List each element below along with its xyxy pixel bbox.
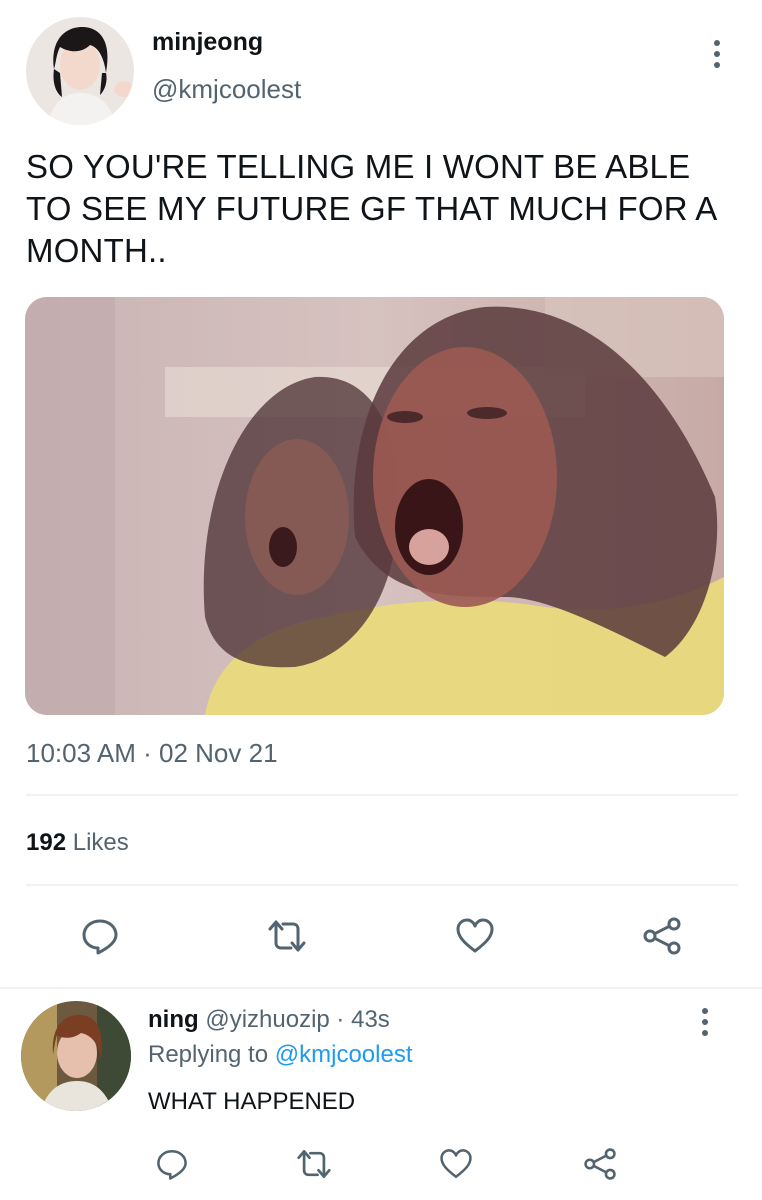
retweet-button[interactable]	[265, 914, 309, 958]
meta-separator: ·	[143, 738, 152, 768]
tweet-media-image[interactable]	[25, 297, 724, 715]
reply-header: ning @yizhuozip · 43s	[148, 1006, 390, 1034]
reply-separator: ·	[336, 1006, 345, 1033]
more-icon[interactable]	[712, 40, 722, 68]
replying-to: Replying to @kmjcoolest	[148, 1041, 412, 1069]
share-icon	[643, 917, 681, 955]
heart-icon	[456, 918, 494, 953]
reply-button[interactable]	[78, 914, 122, 958]
divider-middle	[26, 884, 738, 886]
author-handle[interactable]: @kmjcoolest	[152, 74, 301, 105]
divider-bottom	[0, 987, 762, 989]
likes-number: 192	[26, 829, 67, 856]
retweet-icon	[268, 920, 306, 952]
share-icon	[584, 1148, 616, 1180]
reply-avatar-photo	[21, 1001, 131, 1111]
avatar-photo	[26, 17, 134, 125]
like-button[interactable]	[453, 914, 497, 958]
reply-author-name[interactable]: ning	[148, 1006, 199, 1033]
author-name[interactable]: minjeong	[152, 28, 263, 57]
replying-to-link[interactable]: @kmjcoolest	[275, 1041, 413, 1068]
reply-author-avatar[interactable]	[21, 1001, 131, 1111]
tweet-timestamp[interactable]: 10:03 AM · 02 Nov 21	[26, 738, 278, 769]
reply-text: WHAT HAPPENED	[148, 1088, 356, 1115]
meme-image	[25, 297, 724, 715]
reply-more-icon[interactable]	[700, 1008, 710, 1036]
share-button[interactable]	[640, 914, 684, 958]
author-avatar[interactable]	[26, 17, 134, 125]
speech-bubble-icon	[157, 1149, 187, 1180]
tweet-date: 02 Nov 21	[159, 738, 278, 768]
divider-top	[26, 794, 738, 796]
reply-like-button[interactable]	[434, 1142, 478, 1186]
retweet-icon	[297, 1150, 331, 1178]
reply-retweet-button[interactable]	[292, 1142, 336, 1186]
heart-icon	[440, 1149, 472, 1179]
likes-label: Likes	[72, 829, 129, 856]
likes-count[interactable]: 192 Likes	[26, 829, 129, 857]
reply-reply-button[interactable]	[150, 1142, 194, 1186]
tweet-time: 10:03 AM	[26, 738, 136, 768]
reply-share-button[interactable]	[578, 1142, 622, 1186]
reply-author-handle[interactable]: @yizhuozip	[205, 1006, 329, 1033]
replying-to-prefix: Replying to	[148, 1041, 269, 1068]
tweet-text: SO YOU'RE TELLING ME I WONT BE ABLE TO S…	[26, 148, 716, 269]
speech-bubble-icon	[82, 919, 118, 955]
reply-age[interactable]: 43s	[351, 1006, 390, 1033]
